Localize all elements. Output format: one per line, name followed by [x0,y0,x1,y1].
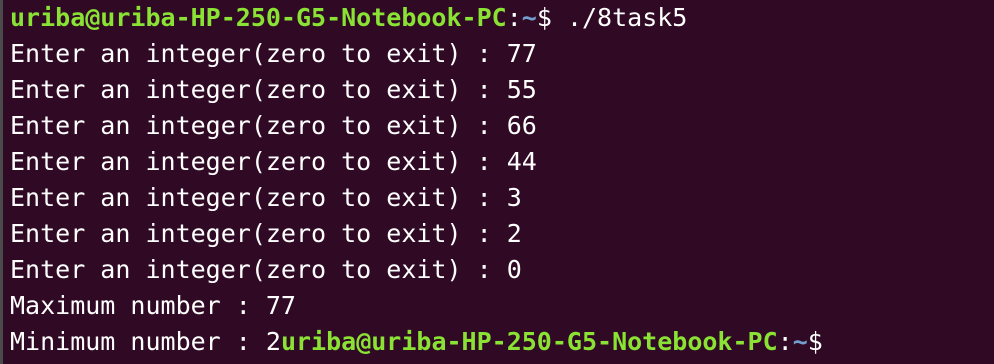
output-line: Enter an integer(zero to exit) : 2 [10,219,522,248]
prompt-path: ~ [521,3,537,32]
terminal-window[interactable]: uriba@uriba-HP-250-G5-Notebook-PC:~$ ./8… [0,0,994,364]
prompt-user-host: uriba@uriba-HP-250-G5-Notebook-PC [10,3,507,32]
prompt-symbol: $ [807,327,823,356]
output-line: Enter an integer(zero to exit) : 0 [10,255,522,284]
prompt-colon: : [506,3,522,32]
prompt-command: ./8task5 [566,3,688,32]
prompt-user-host: uriba@uriba-HP-250-G5-Notebook-PC [280,327,778,356]
output-line: Enter an integer(zero to exit) : 55 [10,75,537,104]
last-output-line: Minimum number : 2uriba@uriba-HP-250-G5-… [10,324,994,360]
output-line: Enter an integer(zero to exit) : 66 [10,111,537,140]
prompt-colon: : [777,327,793,356]
minimum-output: Minimum number : 2 [10,327,281,356]
output-line: Enter an integer(zero to exit) : 77 [10,39,537,68]
prompt-line: uriba@uriba-HP-250-G5-Notebook-PC:~$ ./8… [10,0,994,36]
prompt-path: ~ [792,327,808,356]
prompt-symbol: $ [536,3,567,32]
output-line: Maximum number : 77 [10,291,296,320]
output-line: Enter an integer(zero to exit) : 44 [10,147,537,176]
output-line: Enter an integer(zero to exit) : 3 [10,183,522,212]
